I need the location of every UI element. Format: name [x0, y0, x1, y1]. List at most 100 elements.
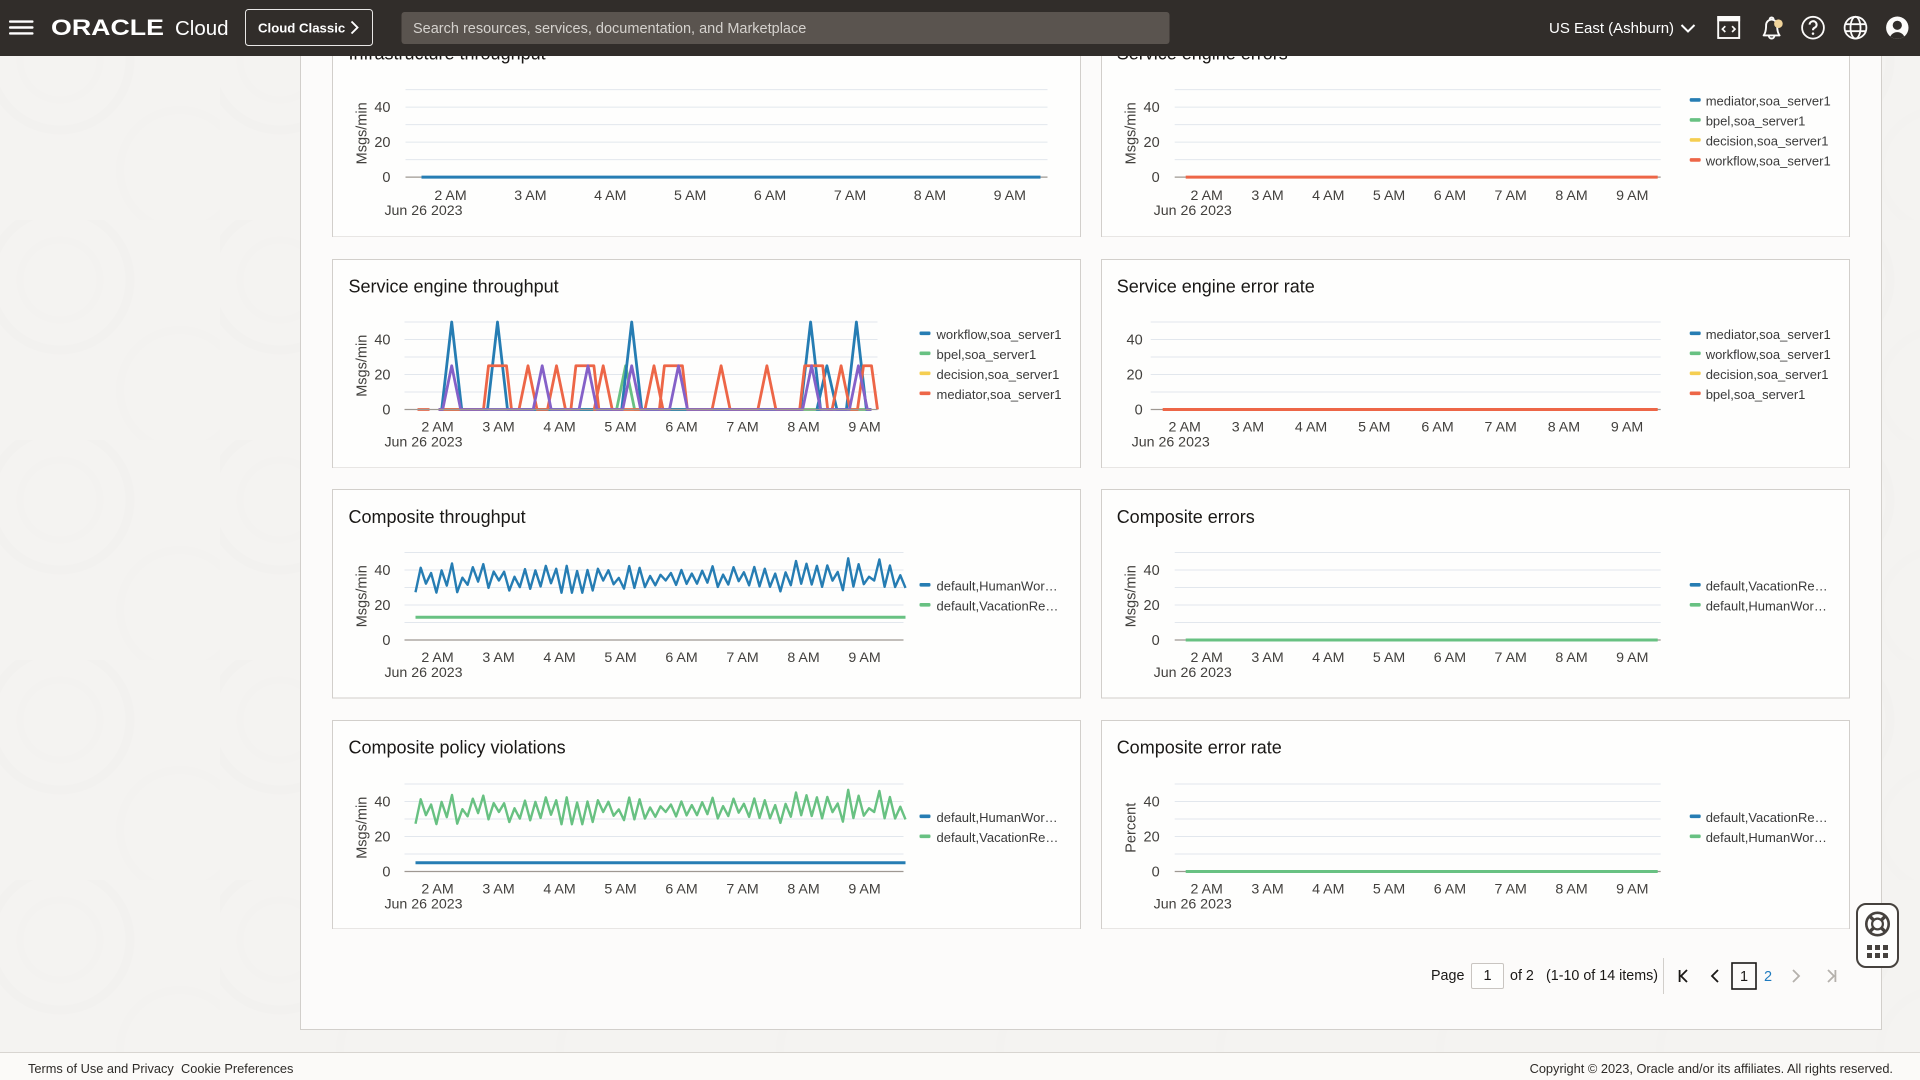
svg-text:40: 40	[1144, 100, 1160, 116]
svg-text:8 AM: 8 AM	[1556, 650, 1588, 666]
svg-text:Jun 26 2023: Jun 26 2023	[384, 665, 462, 681]
svg-text:3 AM: 3 AM	[514, 188, 546, 204]
svg-text:2 AM: 2 AM	[421, 419, 453, 435]
svg-text:5 AM: 5 AM	[604, 881, 636, 897]
svg-text:5 AM: 5 AM	[604, 650, 636, 666]
svg-text:Msgs/min: Msgs/min	[354, 796, 370, 858]
svg-text:7 AM: 7 AM	[726, 419, 758, 435]
svg-text:Composite error rate: Composite error rate	[1117, 737, 1282, 757]
svg-text:Msgs/min: Msgs/min	[354, 334, 370, 396]
svg-text:US East (Ashburn): US East (Ashburn)	[1549, 20, 1674, 37]
svg-text:8 AM: 8 AM	[1556, 188, 1588, 204]
svg-text:4 AM: 4 AM	[1295, 419, 1327, 435]
svg-text:3 AM: 3 AM	[1252, 881, 1284, 897]
svg-text:5 AM: 5 AM	[1358, 419, 1390, 435]
svg-text:3 AM: 3 AM	[482, 419, 514, 435]
svg-text:4 AM: 4 AM	[543, 650, 575, 666]
svg-text:5 AM: 5 AM	[604, 419, 636, 435]
svg-text:decision,soa_server1: decision,soa_server1	[936, 367, 1059, 382]
svg-text:Composite errors: Composite errors	[1117, 507, 1255, 527]
svg-text:workflow,soa_server1: workflow,soa_server1	[1705, 153, 1831, 168]
svg-text:20: 20	[374, 829, 390, 845]
svg-text:2 AM: 2 AM	[1191, 881, 1223, 897]
svg-text:20: 20	[374, 135, 390, 151]
svg-text:8 AM: 8 AM	[1556, 881, 1588, 897]
svg-text:3 AM: 3 AM	[1252, 188, 1284, 204]
svg-text:Msgs/min: Msgs/min	[354, 565, 370, 627]
svg-text:3 AM: 3 AM	[1232, 419, 1264, 435]
svg-text:Jun 26 2023: Jun 26 2023	[1154, 896, 1232, 912]
svg-text:40: 40	[1127, 332, 1143, 348]
svg-text:default,HumanWor…: default,HumanWor…	[1706, 599, 1827, 614]
svg-text:Msgs/min: Msgs/min	[354, 102, 370, 164]
svg-text:7 AM: 7 AM	[1495, 188, 1527, 204]
svg-text:default,VacationRe…: default,VacationRe…	[936, 830, 1058, 845]
svg-text:7 AM: 7 AM	[726, 881, 758, 897]
svg-text:decision,soa_server1: decision,soa_server1	[1706, 367, 1829, 382]
svg-text:40: 40	[374, 563, 390, 579]
svg-text:4 AM: 4 AM	[1312, 881, 1344, 897]
svg-text:decision,soa_server1: decision,soa_server1	[1706, 133, 1829, 148]
svg-text:6 AM: 6 AM	[665, 419, 697, 435]
svg-text:Jun 26 2023: Jun 26 2023	[1154, 203, 1232, 219]
svg-text:0: 0	[1152, 170, 1160, 186]
svg-text:1: 1	[1740, 969, 1748, 985]
svg-text:40: 40	[374, 794, 390, 810]
svg-text:5 AM: 5 AM	[1373, 188, 1405, 204]
svg-text:9 AM: 9 AM	[1616, 650, 1648, 666]
svg-text:9 AM: 9 AM	[848, 419, 880, 435]
svg-text:bpel,soa_server1: bpel,soa_server1	[936, 347, 1036, 362]
svg-text:Jun 26 2023: Jun 26 2023	[1154, 665, 1232, 681]
svg-text:Service engine error rate: Service engine error rate	[1117, 276, 1315, 296]
svg-text:default,VacationRe…: default,VacationRe…	[1706, 810, 1828, 825]
svg-text:5 AM: 5 AM	[1373, 881, 1405, 897]
svg-text:7 AM: 7 AM	[1485, 419, 1517, 435]
svg-text:6 AM: 6 AM	[665, 881, 697, 897]
svg-text:0: 0	[382, 633, 390, 649]
svg-text:Msgs/min: Msgs/min	[1124, 102, 1140, 164]
svg-text:3 AM: 3 AM	[1252, 650, 1284, 666]
svg-text:bpel,soa_server1: bpel,soa_server1	[1706, 387, 1806, 402]
svg-text:bpel,soa_server1: bpel,soa_server1	[1706, 113, 1806, 128]
svg-text:20: 20	[1144, 135, 1160, 151]
svg-text:20: 20	[1127, 367, 1143, 383]
svg-text:7 AM: 7 AM	[1495, 881, 1527, 897]
svg-text:mediator,soa_server1: mediator,soa_server1	[1706, 93, 1831, 108]
svg-text:6 AM: 6 AM	[1434, 650, 1466, 666]
svg-text:0: 0	[1152, 633, 1160, 649]
svg-text:default,HumanWor…: default,HumanWor…	[1706, 830, 1827, 845]
svg-text:20: 20	[1144, 829, 1160, 845]
svg-text:8 AM: 8 AM	[913, 188, 945, 204]
svg-text:8 AM: 8 AM	[787, 650, 819, 666]
svg-text:4 AM: 4 AM	[594, 188, 626, 204]
svg-text:default,VacationRe…: default,VacationRe…	[936, 599, 1058, 614]
svg-text:0: 0	[382, 864, 390, 880]
svg-text:40: 40	[1144, 794, 1160, 810]
svg-text:Service engine throughput: Service engine throughput	[348, 276, 558, 296]
svg-text:4 AM: 4 AM	[543, 881, 575, 897]
svg-text:workflow,soa_server1: workflow,soa_server1	[1705, 347, 1831, 362]
svg-text:6 AM: 6 AM	[753, 188, 785, 204]
svg-text:9 AM: 9 AM	[848, 881, 880, 897]
svg-text:3 AM: 3 AM	[482, 881, 514, 897]
svg-text:4 AM: 4 AM	[1312, 650, 1344, 666]
svg-text:20: 20	[374, 598, 390, 614]
svg-text:40: 40	[374, 100, 390, 116]
svg-text:mediator,soa_server1: mediator,soa_server1	[1706, 327, 1831, 342]
svg-text:9 AM: 9 AM	[993, 188, 1025, 204]
svg-text:8 AM: 8 AM	[787, 881, 819, 897]
svg-text:8 AM: 8 AM	[787, 419, 819, 435]
svg-text:7 AM: 7 AM	[726, 650, 758, 666]
svg-text:0: 0	[1152, 864, 1160, 880]
svg-text:default,HumanWor…: default,HumanWor…	[936, 810, 1057, 825]
svg-text:0: 0	[382, 402, 390, 418]
svg-text:2 AM: 2 AM	[421, 650, 453, 666]
svg-text:Composite throughput: Composite throughput	[348, 507, 525, 527]
svg-text:2 AM: 2 AM	[421, 881, 453, 897]
svg-text:7 AM: 7 AM	[833, 188, 865, 204]
svg-text:mediator,soa_server1: mediator,soa_server1	[936, 387, 1061, 402]
svg-text:2 AM: 2 AM	[1191, 650, 1223, 666]
svg-text:Jun 26 2023: Jun 26 2023	[1132, 434, 1210, 450]
svg-text:5 AM: 5 AM	[1373, 650, 1405, 666]
svg-text:20: 20	[1144, 598, 1160, 614]
